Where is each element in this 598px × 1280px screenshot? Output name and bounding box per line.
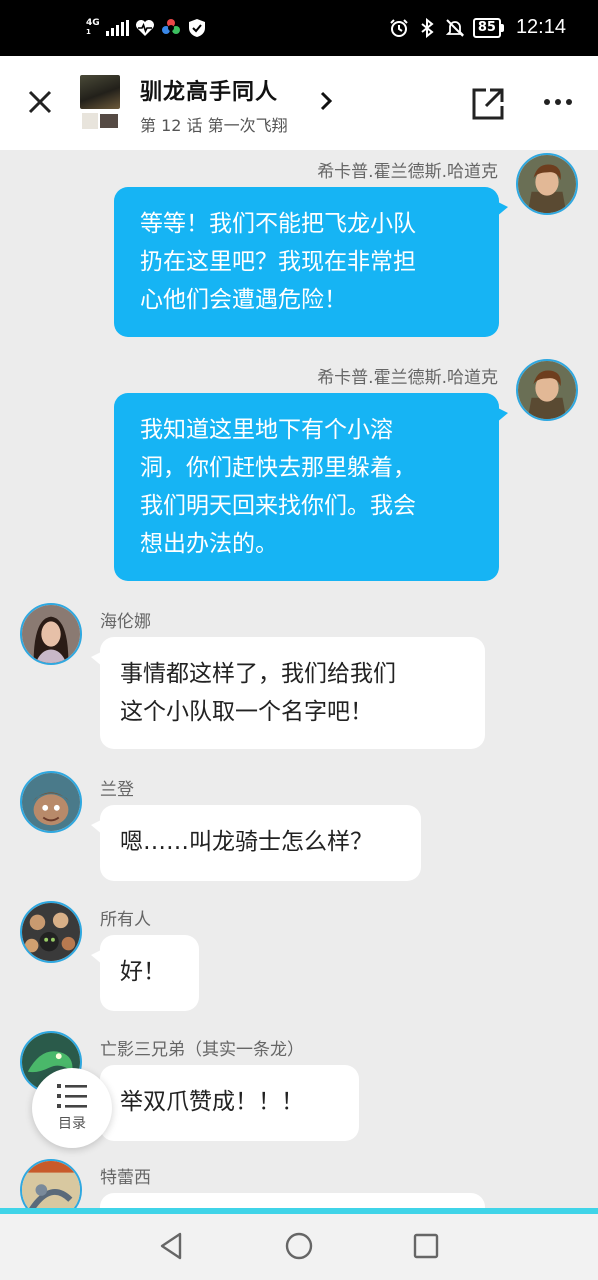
toc-button[interactable]: 目录 [32, 1068, 112, 1148]
message-line: 洞，你们赶快去那里躲着， [140, 455, 416, 481]
story-title[interactable]: 驯龙高手同人 [140, 74, 278, 106]
message-line: 我们明天回来找你们。我会 [140, 493, 416, 519]
signal-icon [105, 20, 129, 36]
network-label: 4G [86, 18, 100, 28]
network-type: 4G 1 [86, 19, 100, 37]
bluetooth-icon [417, 17, 437, 38]
more-icon [544, 99, 572, 105]
back-button[interactable] [156, 1230, 188, 1262]
message-bubble[interactable]: 举双爪赞成！！！ [91, 1065, 359, 1141]
chapter-subtitle: 第 12 话 第一次飞翔 [140, 116, 288, 135]
network-sub: 1 [86, 28, 91, 36]
avatar[interactable] [516, 153, 578, 215]
message-line: 举双爪赞成！！！ [120, 1089, 304, 1115]
sender-name: 希卡普.霍兰德斯.哈道克 [317, 368, 498, 388]
message-bubble[interactable]: 事情都这样了，我们给我们 这个小队取一个名字吧！ [91, 637, 485, 749]
message-bubble[interactable]: 嗯……叫龙骑士怎么样？ [91, 805, 421, 881]
message-line: 想出办法的。 [140, 531, 278, 557]
sender-name: 海伦娜 [100, 612, 151, 632]
share-icon [472, 88, 504, 120]
health-icon [135, 18, 155, 38]
message-line: 事情都这样了，我们给我们 [120, 661, 396, 687]
sender-name: 亡影三兄弟（其实一条龙） [100, 1040, 304, 1060]
avatar[interactable] [20, 901, 82, 963]
chevron-right-icon[interactable] [318, 90, 334, 116]
avatar[interactable] [20, 771, 82, 833]
message-line: 等等！我们不能把飞龙小队 [140, 211, 416, 237]
clock: 12:14 [515, 16, 566, 38]
message-bubble[interactable]: 好！ [91, 935, 199, 1011]
sender-name: 特蕾西 [100, 1168, 151, 1188]
mute-bell-icon [445, 18, 465, 38]
status-right: 85 12:14 [389, 16, 566, 39]
avatar[interactable] [20, 603, 82, 665]
home-button[interactable] [283, 1230, 315, 1262]
message-line: 这个小队取一个名字吧！ [120, 699, 373, 725]
chat-area[interactable]: 希卡普.霍兰德斯.哈道克 等等！我们不能把飞龙小队 扔在这里吧？我现在非常担 心… [0, 150, 598, 1208]
status-bar: 4G 1 85 12:14 [0, 0, 598, 56]
alarm-icon [389, 18, 409, 38]
recents-square-icon [413, 1233, 439, 1259]
sender-name: 希卡普.霍兰德斯.哈道克 [317, 162, 498, 182]
share-button[interactable] [470, 86, 506, 122]
message-line: 好！ [120, 959, 166, 985]
app-colorful-icon [161, 18, 181, 38]
sender-name: 兰登 [100, 780, 134, 800]
system-nav-bar [0, 1214, 598, 1280]
chapter-header: 驯龙高手同人 第 12 话 第一次飞翔 [0, 56, 598, 150]
message-line: 扔在这里吧？我现在非常担 [140, 249, 416, 275]
message-bubble[interactable]: 等等！我们不能把飞龙小队 扔在这里吧？我现在非常担 心他们会遭遇危险！ [114, 187, 508, 337]
status-left: 4G 1 [86, 18, 207, 38]
toc-label: 目录 [58, 1116, 86, 1132]
avatar[interactable] [516, 359, 578, 421]
message-line: 嗯……叫龙骑士怎么样？ [120, 829, 373, 855]
message-line: 心他们会遭遇危险！ [140, 287, 347, 313]
character-thumbnail [82, 113, 98, 129]
recents-button[interactable] [410, 1230, 442, 1262]
character-thumbnail [100, 114, 118, 128]
battery-level: 85 [472, 17, 501, 38]
home-circle-icon [285, 1232, 313, 1260]
avatar[interactable] [20, 1159, 82, 1208]
cover-thumbnail[interactable] [80, 75, 120, 109]
message-line: 我知道这里地下有个小溶 [140, 417, 393, 443]
shield-icon [187, 18, 207, 38]
sender-name: 所有人 [100, 910, 151, 930]
close-button[interactable] [22, 84, 58, 120]
message-bubble[interactable] [91, 1193, 485, 1208]
list-icon [57, 1084, 87, 1108]
back-triangle-icon [160, 1232, 182, 1260]
more-button[interactable] [540, 90, 576, 114]
close-icon [28, 90, 52, 114]
battery-icon: 85 [472, 17, 504, 38]
message-bubble[interactable]: 我知道这里地下有个小溶 洞，你们赶快去那里躲着， 我们明天回来找你们。我会 想出… [114, 393, 508, 581]
